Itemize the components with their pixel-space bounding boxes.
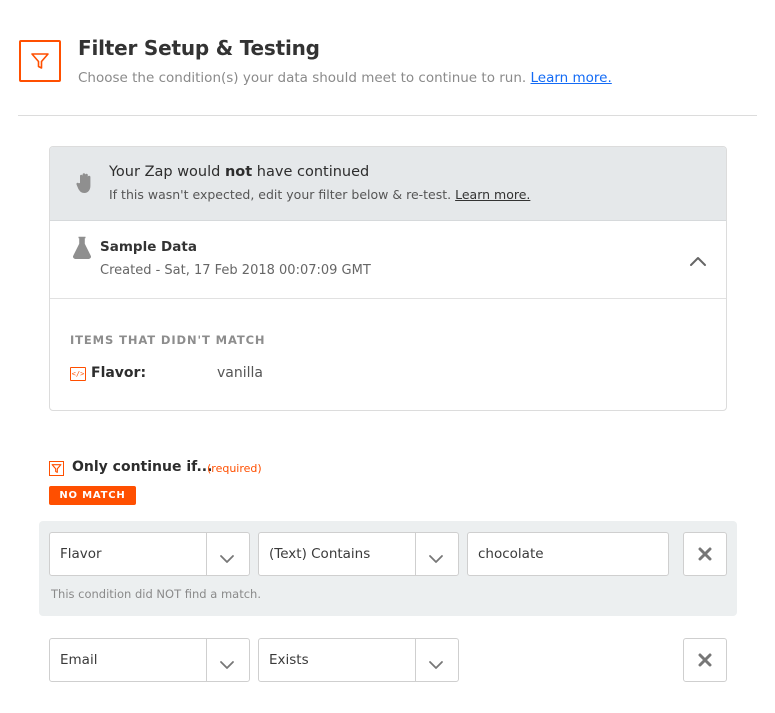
page-subtitle-text: Choose the condition(s) your data should…: [78, 70, 527, 86]
result-learn-more-link[interactable]: Learn more.: [455, 187, 530, 202]
chevron-down-icon: [219, 655, 235, 669]
operator-select-value: Exists: [269, 652, 309, 668]
filter-icon: [49, 461, 64, 476]
result-title-part: Your Zap would: [109, 164, 225, 180]
chevron-down-icon: [219, 549, 235, 563]
filter-label: Only continue if...: [72, 459, 213, 475]
result-title-part: have continued: [252, 164, 370, 180]
result-subtitle-text: If this wasn't expected, edit your filte…: [109, 187, 452, 202]
page-subtitle: Choose the condition(s) your data should…: [78, 70, 612, 86]
field-select[interactable]: Email: [49, 638, 250, 682]
value-input[interactable]: chocolate: [467, 532, 669, 576]
condition-note: This condition did NOT find a match.: [51, 587, 261, 601]
test-result-card: Your Zap would not have continued If thi…: [49, 146, 727, 411]
code-icon: </>: [70, 367, 86, 381]
header-divider: [18, 115, 757, 116]
learn-more-link[interactable]: Learn more.: [531, 70, 612, 86]
remove-condition-button[interactable]: [683, 532, 727, 576]
sample-data-section[interactable]: Sample Data Created - Sat, 17 Feb 2018 0…: [50, 221, 726, 299]
field-key: Flavor:: [91, 365, 147, 381]
close-icon: [698, 547, 712, 561]
operator-select-value: (Text) Contains: [269, 546, 371, 562]
select-separator: [206, 639, 207, 681]
filter-header: Filter Setup & Testing Choose the condit…: [18, 36, 758, 96]
chevron-down-icon: [428, 655, 444, 669]
result-title: Your Zap would not have continued: [109, 164, 369, 180]
field-select-value: Email: [60, 652, 98, 668]
required-label: (required): [207, 462, 262, 475]
unmatched-items: ITEMS THAT DIDN'T MATCH </> Flavor: vani…: [50, 299, 726, 410]
select-separator: [415, 533, 416, 575]
value-input-text: chocolate: [478, 546, 544, 562]
sample-data-created: Created - Sat, 17 Feb 2018 00:07:09 GMT: [100, 263, 371, 278]
operator-select[interactable]: Exists: [258, 638, 459, 682]
condition-row: Email Exists: [49, 638, 727, 682]
field-select-value: Flavor: [60, 546, 102, 562]
remove-condition-button[interactable]: [683, 638, 727, 682]
sample-data-title: Sample Data: [100, 239, 197, 255]
status-badge: NO MATCH: [49, 486, 136, 505]
condition-group-failed: Flavor (Text) Contains chocolate This co…: [39, 521, 737, 616]
select-separator: [206, 533, 207, 575]
result-banner: Your Zap would not have continued If thi…: [50, 147, 726, 221]
page-title: Filter Setup & Testing: [78, 36, 320, 60]
chevron-up-icon[interactable]: [688, 253, 708, 267]
close-icon: [698, 653, 712, 667]
hand-stop-icon: [75, 171, 95, 195]
result-subtitle: If this wasn't expected, edit your filte…: [109, 187, 530, 202]
flask-icon: [72, 236, 92, 260]
chevron-down-icon: [428, 549, 444, 563]
field-select[interactable]: Flavor: [49, 532, 250, 576]
operator-select[interactable]: (Text) Contains: [258, 532, 459, 576]
filter-icon: [19, 40, 61, 82]
select-separator: [415, 639, 416, 681]
field-value: vanilla: [217, 365, 263, 381]
unmatched-heading: ITEMS THAT DIDN'T MATCH: [70, 333, 266, 347]
result-title-emphasis: not: [224, 164, 253, 180]
